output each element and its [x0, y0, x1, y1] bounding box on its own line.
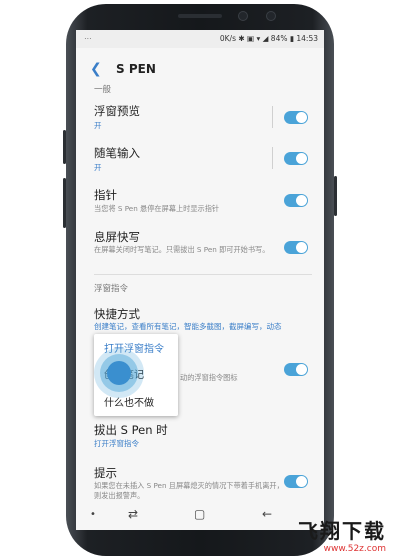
- alert-desc: 如果您在未插入 S Pen 且屏幕熄灭的情况下带着手机离开，则发出报警声。: [94, 481, 284, 500]
- screen-off-memo-title: 息屏快写: [94, 230, 140, 244]
- app-bar: ❮ S PEN: [76, 48, 324, 92]
- screen-off-memo-toggle[interactable]: [284, 241, 308, 254]
- floating-icon-desc: 动的浮窗指令图标: [180, 373, 238, 382]
- home-icon[interactable]: ▢: [194, 507, 205, 521]
- shortcuts-desc: 创建笔记，查看所有笔记，智能多截图，截屏编写，动态: [94, 322, 282, 331]
- status-left: ⋯: [84, 34, 93, 43]
- dot-icon: •: [90, 509, 96, 520]
- screen-off-memo-desc: 在屏幕关闭时写笔记。只需拔出 S Pen 即可开始书写。: [94, 245, 270, 254]
- direct-pen-input-title: 随笔输入: [94, 146, 140, 160]
- detach-pen-title: 拔出 S Pen 时: [94, 423, 168, 437]
- watermark-url: www.52z.com: [323, 544, 386, 554]
- section-air-command: 浮窗指令: [94, 284, 129, 294]
- air-view-status: 开: [94, 121, 102, 130]
- alert-title: 提示: [94, 466, 117, 480]
- back-icon[interactable]: ←: [262, 507, 272, 521]
- alert-toggle[interactable]: [284, 475, 308, 488]
- section-divider: [94, 274, 312, 275]
- direct-pen-input-status: 开: [94, 163, 102, 172]
- divider: [272, 147, 273, 169]
- power-button[interactable]: [334, 176, 337, 216]
- pointer-toggle[interactable]: [284, 194, 308, 207]
- section-general: 一般: [94, 85, 112, 95]
- floating-icon-toggle[interactable]: [284, 363, 308, 376]
- divider: [272, 106, 273, 128]
- bixby-button[interactable]: [63, 130, 66, 164]
- watermark-brand: 飞翔下载: [298, 519, 386, 543]
- chevron-left-icon[interactable]: ❮: [90, 61, 102, 77]
- earpiece: [178, 14, 222, 18]
- pointer-title: 指针: [94, 188, 117, 202]
- air-view-title: 浮窗预览: [94, 104, 140, 118]
- pointer-desc: 当您将 S Pen 悬停在屏幕上时显示指针: [94, 204, 220, 213]
- navigation-bar: • ⇄ ▢ ←: [76, 500, 324, 530]
- shortcuts-title: 快捷方式: [94, 307, 140, 321]
- volume-button[interactable]: [63, 178, 66, 228]
- watermark: 飞翔下载 www.52z.com: [298, 515, 386, 554]
- page-title: S PEN: [116, 62, 156, 76]
- status-right: 0K/s ✱ ▣ ▾ ◢ 84% ▮ 14:53: [219, 34, 318, 43]
- recent-apps-icon[interactable]: ⇄: [128, 507, 138, 521]
- detach-pen-action: 打开浮窗指令: [94, 439, 139, 448]
- direct-pen-input-toggle[interactable]: [284, 152, 308, 165]
- status-bar: ⋯ 0K/s ✱ ▣ ▾ ◢ 84% ▮ 14:53: [76, 30, 324, 48]
- touch-indicator-inner: [107, 361, 131, 385]
- screen: ⋯ 0K/s ✱ ▣ ▾ ◢ 84% ▮ 14:53 ❮ S PEN 一般 浮窗…: [76, 30, 324, 530]
- iris-sensor: [266, 11, 276, 21]
- air-view-toggle[interactable]: [284, 111, 308, 124]
- front-camera: [238, 11, 248, 21]
